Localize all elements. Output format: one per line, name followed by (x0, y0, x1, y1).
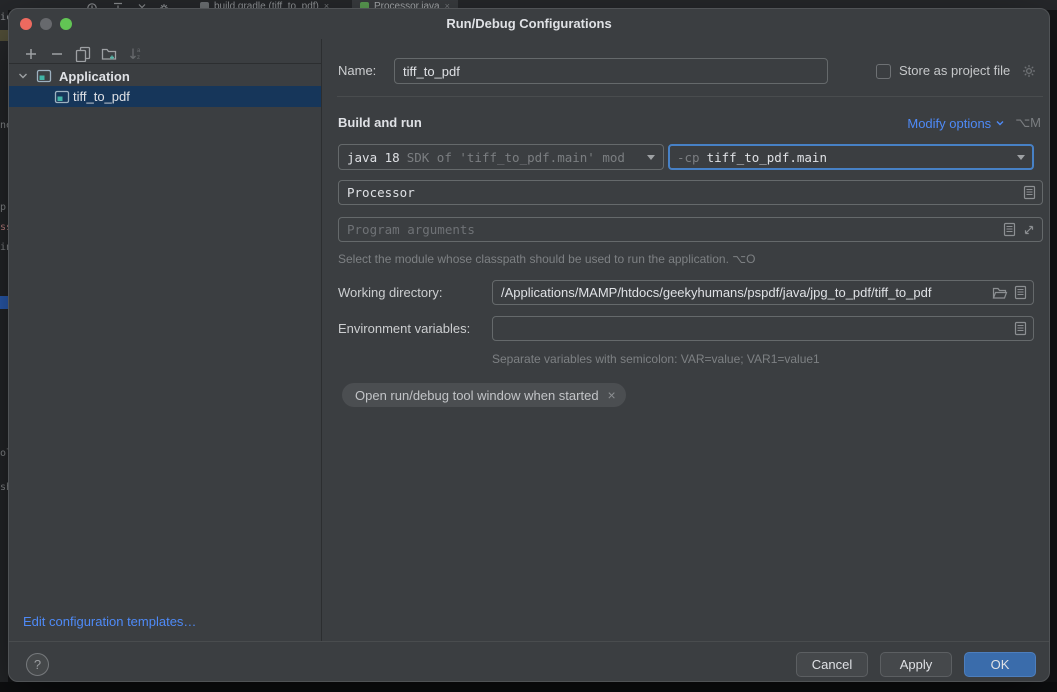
apply-button[interactable]: Apply (880, 652, 952, 677)
working-directory-label: Working directory: (338, 280, 443, 305)
main-class-field (338, 180, 1043, 205)
svg-text:z: z (137, 55, 140, 61)
open-tool-window-tag[interactable]: Open run/debug tool window when started … (342, 383, 626, 407)
modify-options-shortcut: ⌥M (1015, 115, 1041, 131)
chevron-down-icon (995, 118, 1005, 128)
environment-variables-field (492, 316, 1034, 341)
code-fragment: sh (0, 482, 8, 493)
modify-options-link[interactable]: Modify options (907, 116, 1005, 131)
remove-configuration-button[interactable] (47, 45, 67, 63)
edit-configuration-templates-link[interactable]: Edit configuration templates… (23, 614, 196, 629)
insert-macros-icon[interactable] (1003, 222, 1016, 237)
modify-options-label: Modify options (907, 116, 991, 131)
tag-label: Open run/debug tool window when started (355, 388, 599, 403)
background-bottom-strip (0, 682, 1057, 692)
program-arguments-field (338, 217, 1043, 242)
browse-folder-icon[interactable] (992, 286, 1008, 300)
code-fragment: ol (0, 448, 8, 459)
application-icon (36, 68, 52, 84)
tree-item-tiff-to-pdf[interactable]: tiff_to_pdf (9, 86, 321, 107)
name-section-divider (337, 96, 1043, 97)
jre-suffix: SDK of 'tiff_to_pdf.main' mod (407, 150, 625, 165)
chevron-down-icon[interactable] (17, 70, 29, 82)
code-fragment: ne (0, 120, 8, 131)
ok-button[interactable]: OK (964, 652, 1036, 677)
classpath-hint: Select the module whose classpath should… (338, 252, 755, 266)
classpath-prefix: -cp (677, 150, 700, 165)
copy-configuration-button[interactable] (73, 45, 93, 63)
store-as-project-file-label: Store as project file (899, 58, 1010, 84)
add-configuration-button[interactable] (21, 45, 41, 63)
code-fragment: ss (0, 222, 8, 233)
remove-tag-icon[interactable]: × (608, 387, 616, 403)
jre-combobox[interactable]: java 18 SDK of 'tiff_to_pdf.main' mod (338, 144, 664, 170)
environment-variables-label: Environment variables: (338, 316, 470, 341)
cancel-button[interactable]: Cancel (796, 652, 868, 677)
code-fragment: p (0, 202, 6, 213)
name-input[interactable] (395, 59, 827, 83)
store-options-gear-icon[interactable] (1021, 63, 1037, 79)
combo-arrow-icon (1017, 155, 1025, 160)
insert-macros-icon[interactable] (1014, 285, 1027, 300)
background-editor-edge: ic ne p ss in ol sh (0, 10, 8, 682)
selected-line-fragment (0, 296, 8, 309)
dialog-title: Run/Debug Configurations (9, 9, 1049, 39)
program-arguments-input[interactable] (339, 218, 1003, 241)
build-and-run-heading: Build and run (338, 115, 422, 130)
run-debug-configurations-dialog: Run/Debug Configurations az Application … (8, 8, 1050, 682)
tree-group-application[interactable]: Application (9, 66, 321, 86)
classpath-combobox[interactable]: -cp tiff_to_pdf.main (668, 144, 1034, 170)
name-field (394, 58, 828, 84)
name-label: Name: (338, 58, 376, 84)
expand-field-icon[interactable] (1022, 223, 1036, 237)
working-directory-field (492, 280, 1034, 305)
code-fragment: in (0, 242, 8, 253)
modify-options-row: Modify options ⌥M (907, 115, 1041, 131)
sidebar-toolbar-divider (9, 63, 321, 64)
combo-arrow-icon (647, 155, 655, 160)
environment-variables-hint: Separate variables with semicolon: VAR=v… (492, 352, 820, 366)
tree-item-label: tiff_to_pdf (73, 89, 130, 104)
jre-value: java 18 (347, 150, 400, 165)
insert-macros-icon[interactable] (1023, 185, 1036, 200)
highlighted-line-fragment (0, 30, 8, 41)
help-button[interactable]: ? (26, 653, 49, 676)
code-fragment: ic (0, 12, 8, 23)
main-class-input[interactable] (339, 181, 1023, 204)
svg-text:a: a (137, 48, 141, 54)
classpath-value: tiff_to_pdf.main (707, 150, 827, 165)
environment-variables-input[interactable] (493, 317, 1014, 340)
panel-divider (321, 39, 322, 641)
working-directory-input[interactable] (493, 281, 992, 304)
sort-configurations-button[interactable]: az (125, 45, 145, 63)
screen: build.gradle (tiff_to_pdf) × Processor.j… (0, 0, 1057, 692)
edit-variables-icon[interactable] (1014, 321, 1027, 336)
tree-group-label: Application (59, 69, 130, 84)
application-icon (54, 89, 70, 105)
store-as-project-file-checkbox[interactable] (876, 64, 891, 79)
new-folder-button[interactable] (99, 45, 119, 63)
footer-divider (9, 641, 1050, 642)
